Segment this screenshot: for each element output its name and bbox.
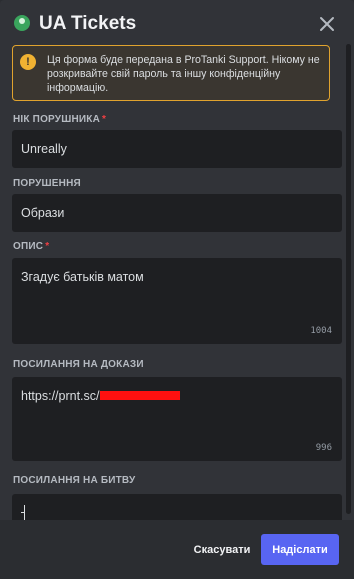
warning-icon: ! xyxy=(20,54,36,70)
modal-footer: Скасувати Надіслати xyxy=(0,520,354,579)
form-scroll-area[interactable]: ! Ця форма буде передана в ProTanki Supp… xyxy=(0,44,354,520)
required-marker: * xyxy=(102,114,107,125)
evidence-label: ПОСИЛАННЯ НА ДОКАЗИ xyxy=(13,359,144,370)
close-icon[interactable] xyxy=(318,15,336,33)
notice-text: Ця форма буде передана в ProTanki Suppor… xyxy=(47,54,320,94)
text-caret xyxy=(21,505,25,520)
redaction-mark xyxy=(99,391,180,401)
privacy-notice: ! Ця форма буде передана в ProTanki Supp… xyxy=(12,45,330,101)
offender-label-text: НІК ПОРУШНИКА xyxy=(13,114,100,125)
evidence-label-text: ПОСИЛАННЯ НА ДОКАЗИ xyxy=(13,359,144,370)
evidence-textarea[interactable]: https://prnt.sc/ 996 xyxy=(12,377,342,461)
offender-value: Unreally xyxy=(21,142,67,156)
evidence-url: https://prnt.sc/ xyxy=(21,389,100,403)
violation-value: Образи xyxy=(21,206,65,220)
evidence-value: https://prnt.sc/ xyxy=(21,389,180,403)
battle-label-text: ПОСИЛАННЯ НА БИТВУ xyxy=(13,475,136,486)
description-label: ОПИС * xyxy=(13,241,49,252)
ticket-modal: UA Tickets ! Ця форма буде передана в Pr… xyxy=(0,0,354,579)
battle-label: ПОСИЛАННЯ НА БИТВУ xyxy=(13,475,135,486)
submit-button[interactable]: Надіслати xyxy=(261,534,339,565)
bot-avatar-icon xyxy=(14,15,30,31)
violation-label-text: ПОРУШЕННЯ xyxy=(13,178,81,189)
description-textarea[interactable]: Згадує батьків матом 1004 xyxy=(12,258,342,344)
required-marker: * xyxy=(45,241,50,252)
offender-input[interactable]: Unreally xyxy=(12,130,342,168)
close-icon-glyph xyxy=(320,17,334,31)
description-label-text: ОПИС xyxy=(13,241,44,252)
modal-title: UA Tickets xyxy=(39,13,137,34)
offender-label: НІК ПОРУШНИКА * xyxy=(13,114,106,125)
description-value: Згадує батьків матом xyxy=(21,270,144,284)
description-char-counter: 1004 xyxy=(310,326,332,336)
violation-input[interactable]: Образи xyxy=(12,194,342,232)
battle-input[interactable] xyxy=(12,494,342,520)
violation-label: ПОРУШЕННЯ xyxy=(13,178,81,189)
evidence-char-counter: 996 xyxy=(315,443,332,453)
scrollbar-thumb[interactable] xyxy=(346,44,351,514)
cancel-button[interactable]: Скасувати xyxy=(190,538,254,562)
